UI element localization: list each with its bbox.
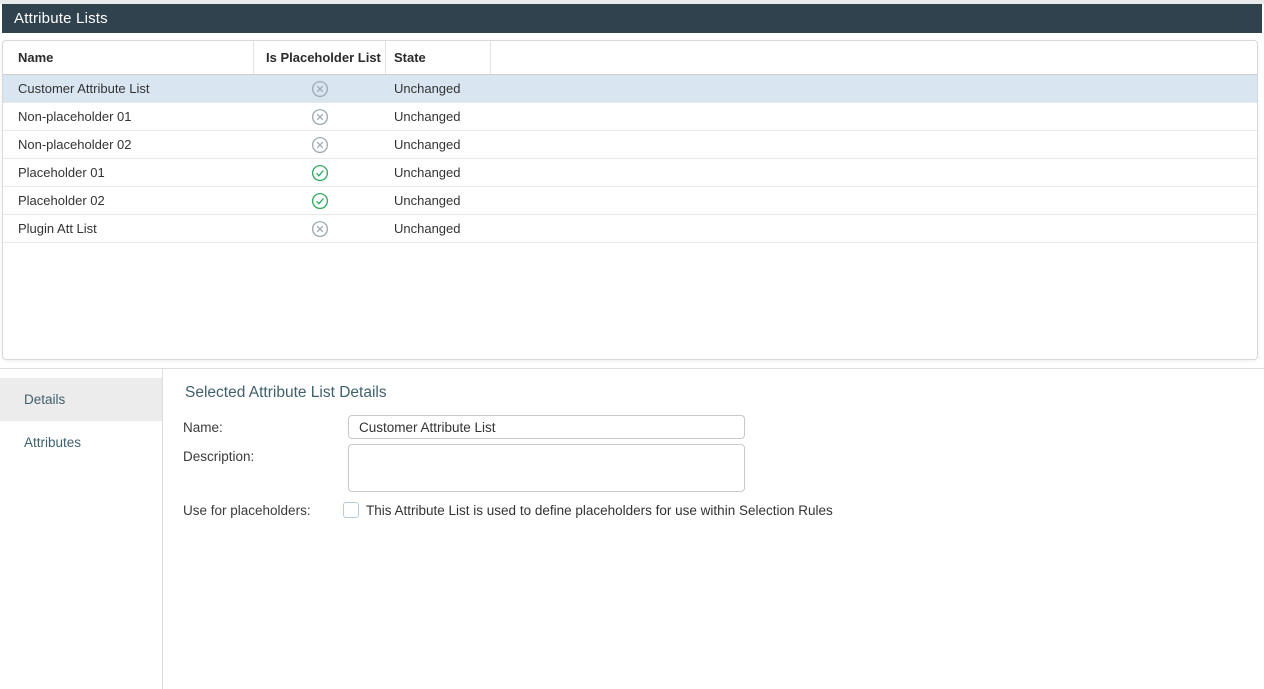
cross-circle-icon bbox=[311, 220, 329, 238]
check-circle-icon bbox=[311, 164, 329, 182]
column-header-name[interactable]: Name bbox=[3, 41, 254, 74]
name-input[interactable] bbox=[348, 415, 745, 439]
use-for-placeholders-checkbox[interactable] bbox=[343, 502, 359, 518]
attribute-lists-grid: Name Is Placeholder List State Customer … bbox=[2, 40, 1258, 360]
table-row[interactable]: Customer Attribute List Unchanged bbox=[3, 75, 1257, 103]
table-body: Customer Attribute List Unchanged Non-pl… bbox=[3, 75, 1257, 243]
row-state-cell: Unchanged bbox=[386, 215, 491, 242]
row-placeholder-cell bbox=[254, 75, 386, 102]
details-panel: Selected Attribute List Details Name: De… bbox=[164, 369, 1264, 689]
panel-titlebar: Attribute Lists bbox=[2, 4, 1262, 33]
table-row[interactable]: Placeholder 01 Unchanged bbox=[3, 159, 1257, 187]
row-name-cell: Non-placeholder 02 bbox=[3, 131, 254, 158]
row-state-cell: Unchanged bbox=[386, 75, 491, 102]
table-row[interactable]: Placeholder 02 Unchanged bbox=[3, 187, 1257, 215]
cross-circle-icon bbox=[311, 136, 329, 154]
row-name-cell: Non-placeholder 01 bbox=[3, 103, 254, 130]
row-state-cell: Unchanged bbox=[386, 103, 491, 130]
row-placeholder-cell bbox=[254, 159, 386, 186]
grid-header-row: Name Is Placeholder List State bbox=[3, 41, 1257, 75]
panel-title: Attribute Lists bbox=[14, 10, 108, 27]
use-for-placeholders-description: This Attribute List is used to define pl… bbox=[366, 503, 833, 518]
cross-circle-icon bbox=[311, 80, 329, 98]
row-placeholder-cell bbox=[254, 131, 386, 158]
table-row[interactable]: Non-placeholder 02 Unchanged bbox=[3, 131, 1257, 159]
row-placeholder-cell bbox=[254, 103, 386, 130]
table-row[interactable]: Non-placeholder 01 Unchanged bbox=[3, 103, 1257, 131]
row-name-cell: Customer Attribute List bbox=[3, 75, 254, 102]
row-state-cell: Unchanged bbox=[386, 159, 491, 186]
tab-attributes[interactable]: Attributes bbox=[0, 421, 162, 464]
use-for-placeholders-label: Use for placeholders: bbox=[183, 503, 311, 518]
description-textarea[interactable] bbox=[348, 444, 745, 492]
details-tab-strip: Details Attributes bbox=[0, 369, 163, 689]
column-header-state[interactable]: State bbox=[386, 41, 491, 74]
row-name-cell: Plugin Att List bbox=[3, 215, 254, 242]
check-circle-icon bbox=[311, 192, 329, 210]
column-header-is-placeholder-list[interactable]: Is Placeholder List bbox=[254, 41, 386, 74]
row-placeholder-cell bbox=[254, 187, 386, 214]
details-section: Details Attributes Selected Attribute Li… bbox=[0, 368, 1264, 688]
row-name-cell: Placeholder 01 bbox=[3, 159, 254, 186]
row-state-cell: Unchanged bbox=[386, 187, 491, 214]
tab-details[interactable]: Details bbox=[0, 378, 162, 421]
column-header-filler bbox=[491, 41, 1257, 74]
details-panel-heading: Selected Attribute List Details bbox=[185, 384, 387, 402]
row-placeholder-cell bbox=[254, 215, 386, 242]
description-label: Description: bbox=[183, 449, 254, 464]
row-name-cell: Placeholder 02 bbox=[3, 187, 254, 214]
table-row[interactable]: Plugin Att List Unchanged bbox=[3, 215, 1257, 243]
name-label: Name: bbox=[183, 420, 223, 435]
cross-circle-icon bbox=[311, 108, 329, 126]
row-state-cell: Unchanged bbox=[386, 131, 491, 158]
